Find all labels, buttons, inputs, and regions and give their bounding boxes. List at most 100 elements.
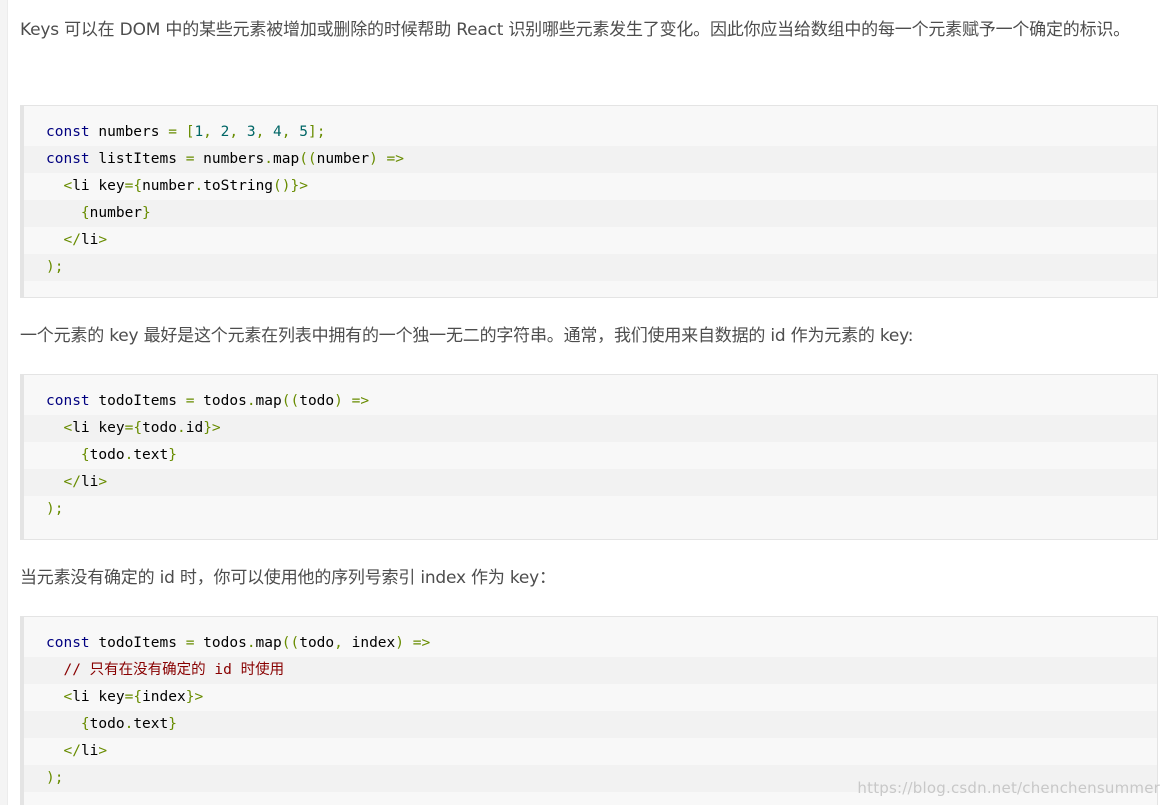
code-token: index — [342, 635, 396, 651]
code-block-todo-id: const todoItems = todos.map((todo) => <l… — [20, 374, 1158, 540]
code-token: li key — [72, 689, 125, 705]
code-token: = — [168, 124, 177, 140]
code-token: const — [46, 393, 90, 409]
code-token: . — [264, 151, 273, 167]
code-token: todo — [142, 420, 177, 436]
code-token: ); — [46, 770, 64, 786]
code-token: . — [246, 635, 256, 651]
code-token: } — [168, 447, 177, 463]
left-border — [0, 0, 8, 805]
code-token: li — [80, 743, 99, 759]
code-token: index — [142, 689, 186, 705]
code-block-todo-index: const todoItems = todos.map((todo, index… — [20, 616, 1158, 805]
code-token: (( — [281, 393, 300, 409]
code-token: . — [246, 393, 256, 409]
code-token: text — [133, 447, 169, 463]
code-token: number — [89, 205, 143, 221]
code-line: {todo.text} — [24, 442, 1157, 469]
code-token: number — [142, 178, 195, 194]
watermark: https://blog.csdn.net/chenchensummer — [857, 779, 1160, 797]
code-token: => — [412, 635, 431, 651]
code-token: 5 — [299, 124, 308, 140]
code-token: numbers — [194, 151, 265, 167]
code-line: const todoItems = todos.map((todo, index… — [24, 630, 1157, 657]
code-token: number — [316, 151, 370, 167]
code-token: todo — [89, 716, 125, 732]
code-token: todo — [299, 393, 335, 409]
code-token: map — [255, 635, 282, 651]
code-token: , — [203, 124, 212, 140]
code-token: 4 — [273, 124, 282, 140]
code-token: < — [63, 420, 73, 436]
code-token: . — [124, 447, 134, 463]
code-token: < — [63, 178, 73, 194]
code-token: map — [255, 393, 282, 409]
code-token: , — [281, 124, 291, 140]
code-line: const numbers = [1, 2, 3, 4, 5]; — [24, 119, 1157, 146]
code-token: todoItems — [89, 635, 186, 651]
code-token: { — [80, 716, 90, 732]
code-token: } — [168, 716, 177, 732]
code-token: text — [133, 716, 169, 732]
code-token: 1 — [194, 124, 204, 140]
code-token: } — [142, 205, 151, 221]
code-token: todos — [194, 635, 247, 651]
code-token: ); — [46, 259, 64, 275]
code-token: }> — [185, 689, 204, 705]
code-token: // 只有在没有确定的 id 时使用 — [63, 662, 285, 678]
code-token: (( — [299, 151, 317, 167]
code-token: </ — [63, 232, 81, 248]
code-token: li — [80, 474, 99, 490]
code-token: ={ — [124, 689, 143, 705]
code-line: <li key={todo.id}> — [24, 415, 1157, 442]
code-line: const todoItems = todos.map((todo) => — [24, 388, 1157, 415]
code-line: {number} — [24, 200, 1157, 227]
code-line: {todo.text} — [24, 711, 1157, 738]
code-token: toString — [203, 178, 274, 194]
code-token: . — [194, 178, 204, 194]
code-token: }> — [203, 420, 221, 436]
code-token: id — [185, 420, 204, 436]
code-token: todoItems — [89, 393, 186, 409]
code-token: < — [63, 689, 73, 705]
code-token: . — [124, 716, 134, 732]
code-token: </ — [63, 474, 81, 490]
code-block-numbers: const numbers = [1, 2, 3, 4, 5]; const li… — [20, 105, 1158, 298]
code-token: 3 — [246, 124, 256, 140]
code-token: (( — [281, 635, 300, 651]
code-token: . — [176, 420, 186, 436]
code-line: <li key={index}> — [24, 684, 1157, 711]
code-token: const — [46, 635, 90, 651]
code-token: li key — [72, 420, 125, 436]
code-token: ) — [369, 151, 378, 167]
code-token: map — [273, 151, 300, 167]
code-token: const — [46, 151, 90, 167]
code-token: > — [98, 474, 108, 490]
code-line: const listItems = numbers.map((number) =… — [24, 146, 1157, 173]
code-token: , — [334, 635, 343, 651]
code-token: ()}> — [273, 178, 308, 194]
code-token: ={ — [124, 420, 143, 436]
code-token: </ — [63, 743, 81, 759]
code-token: > — [98, 743, 108, 759]
code-token: , — [255, 124, 265, 140]
code-line: ); — [24, 254, 1157, 281]
code-token: numbers — [89, 124, 169, 140]
